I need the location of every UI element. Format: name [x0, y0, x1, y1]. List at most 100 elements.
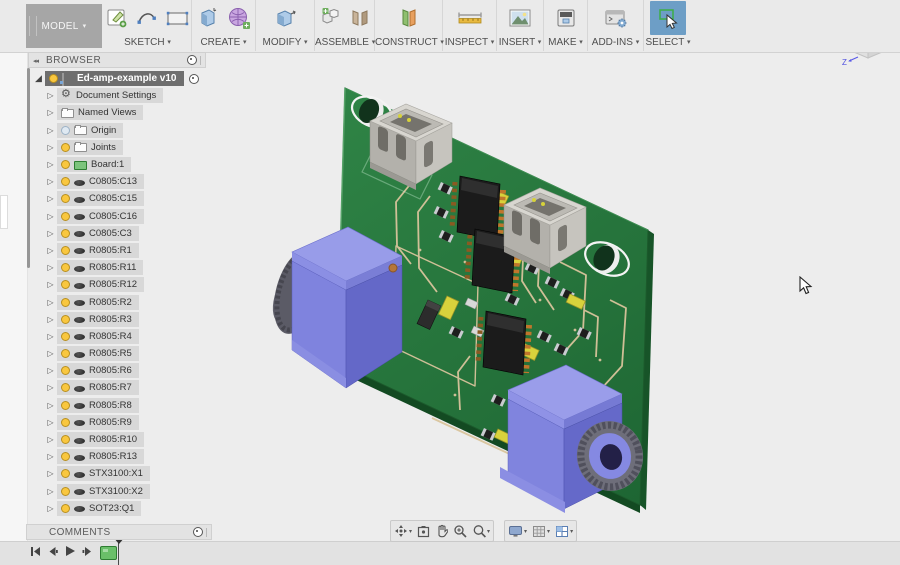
workspace-switcher[interactable]: MODEL ▾ [26, 4, 102, 48]
zoom-window-button[interactable]: ▾ [472, 524, 490, 538]
item-chip[interactable]: Board:1 [57, 157, 131, 172]
expander-icon[interactable] [44, 142, 57, 153]
item-chip[interactable]: R0805:R12 [57, 277, 144, 292]
visibility-bulb-icon[interactable] [61, 469, 70, 478]
comments-resize-handle[interactable] [206, 528, 207, 537]
orbit-button[interactable]: ▾ [394, 524, 412, 538]
browser-tree-item[interactable]: R0805:R5 [28, 345, 208, 362]
pcb-board-body[interactable] [337, 88, 654, 513]
item-chip[interactable]: C0805:C3 [57, 226, 139, 241]
item-chip[interactable]: R0805:R11 [57, 260, 143, 275]
browser-tree-item[interactable]: R0805:R8 [28, 397, 208, 414]
expander-icon[interactable] [44, 245, 57, 256]
item-chip[interactable]: Origin [57, 123, 123, 138]
assemble-menu[interactable]: ASSEMBLE ▾ [315, 37, 374, 48]
viewports-button[interactable]: ▾ [555, 525, 573, 538]
timeline-board-feature[interactable] [100, 546, 117, 560]
browser-tree-item[interactable]: STX3100:X2 [28, 483, 208, 500]
browser-tree-item[interactable]: Board:1 [28, 156, 208, 173]
expander-icon[interactable] [44, 468, 57, 479]
measure-icon[interactable] [455, 6, 485, 30]
ic-chip-1[interactable] [452, 176, 503, 240]
ic-chip-3[interactable] [478, 311, 529, 375]
panel-handle[interactable] [0, 195, 8, 229]
expander-icon[interactable] [44, 262, 57, 273]
item-chip[interactable]: C0805:C16 [57, 209, 144, 224]
visibility-bulb-icon[interactable] [61, 504, 70, 513]
browser-tree-item[interactable]: Document Settings [28, 87, 208, 104]
browser-tree-item[interactable]: Origin [28, 122, 208, 139]
item-chip[interactable]: STX3100:X1 [57, 466, 150, 481]
expander-icon[interactable] [44, 486, 57, 497]
visibility-bulb-icon[interactable] [61, 160, 70, 169]
visibility-bulb-icon[interactable] [61, 418, 70, 427]
expander-icon[interactable] [44, 348, 57, 359]
browser-options-icon[interactable] [187, 55, 197, 65]
visibility-bulb-icon[interactable] [61, 177, 70, 186]
look-at-button[interactable] [417, 525, 430, 538]
visibility-bulb-icon[interactable] [61, 229, 70, 238]
expander-icon[interactable] [44, 331, 57, 342]
play-button[interactable] [64, 545, 76, 557]
construct-menu[interactable]: CONSTRUCT ▾ [375, 37, 442, 48]
create-menu[interactable]: CREATE ▾ [192, 37, 255, 48]
browser-tree-item[interactable]: C0805:C3 [28, 225, 208, 242]
new-body-icon[interactable] [196, 5, 220, 31]
visibility-bulb-icon[interactable] [61, 366, 70, 375]
step-forward-button[interactable] [82, 546, 93, 557]
item-chip[interactable]: R0805:R6 [57, 363, 139, 378]
item-chip[interactable]: R0805:R5 [57, 346, 139, 361]
joint-icon[interactable] [349, 5, 371, 31]
visibility-bulb-icon[interactable] [61, 435, 70, 444]
browser-tree-item[interactable]: Joints [28, 139, 208, 156]
pan-button[interactable] [435, 524, 448, 538]
item-chip[interactable]: C0805:C13 [57, 174, 144, 189]
ic-chip-2[interactable] [467, 229, 518, 293]
visibility-bulb-icon[interactable] [61, 143, 70, 152]
rectangle-icon[interactable] [165, 6, 191, 30]
visibility-bulb-icon[interactable] [61, 298, 70, 307]
form-icon[interactable] [226, 5, 252, 31]
expander-icon[interactable] [44, 297, 57, 308]
visibility-bulb-icon[interactable] [61, 246, 70, 255]
usb-connector-1[interactable] [370, 104, 452, 190]
item-chip[interactable]: R0805:R2 [57, 295, 139, 310]
activate-component-radio[interactable] [189, 74, 199, 84]
step-back-button[interactable] [47, 546, 58, 557]
expander-icon[interactable] [32, 73, 45, 84]
expander-icon[interactable] [44, 193, 57, 204]
skip-to-start-button[interactable] [30, 546, 41, 557]
browser-tree-item[interactable]: R0805:R9 [28, 414, 208, 431]
spline-icon[interactable] [135, 6, 159, 30]
expander-icon[interactable] [44, 107, 57, 118]
browser-tree-item[interactable]: R0805:R6 [28, 362, 208, 379]
comments-options-icon[interactable] [193, 527, 203, 537]
expander-icon[interactable] [44, 211, 57, 222]
item-chip[interactable]: R0805:R3 [57, 312, 139, 327]
audio-jack-2[interactable] [500, 365, 650, 513]
item-chip[interactable]: R0805:R9 [57, 415, 139, 430]
expander-icon[interactable] [44, 382, 57, 393]
insert-menu[interactable]: INSERT ▾ [497, 37, 543, 48]
select-menu[interactable]: SELECT ▾ [644, 37, 692, 48]
item-chip[interactable]: Joints [57, 140, 123, 155]
expander-icon[interactable] [44, 228, 57, 239]
make-3dprint-icon[interactable] [554, 6, 578, 30]
construct-plane-icon[interactable] [396, 5, 422, 31]
item-chip[interactable]: R0805:R4 [57, 329, 139, 344]
display-settings-button[interactable]: ▾ [508, 525, 527, 538]
browser-tree-item[interactable]: R0805:R10 [28, 431, 208, 448]
browser-tree-item[interactable]: Named Views [28, 104, 208, 121]
create-sketch-icon[interactable] [105, 6, 129, 30]
visibility-bulb-icon[interactable] [61, 126, 70, 135]
mounting-hole-2[interactable] [580, 236, 634, 283]
make-menu[interactable]: MAKE ▾ [544, 37, 587, 48]
item-chip[interactable]: SOT23:Q1 [57, 501, 141, 516]
expander-icon[interactable] [44, 176, 57, 187]
mounting-hole-1[interactable] [347, 90, 397, 133]
usb-connector-2[interactable] [504, 188, 586, 274]
expander-icon[interactable] [44, 159, 57, 170]
visibility-bulb-icon[interactable] [61, 315, 70, 324]
visibility-bulb-icon[interactable] [61, 452, 70, 461]
select-tool-active[interactable] [650, 1, 686, 35]
